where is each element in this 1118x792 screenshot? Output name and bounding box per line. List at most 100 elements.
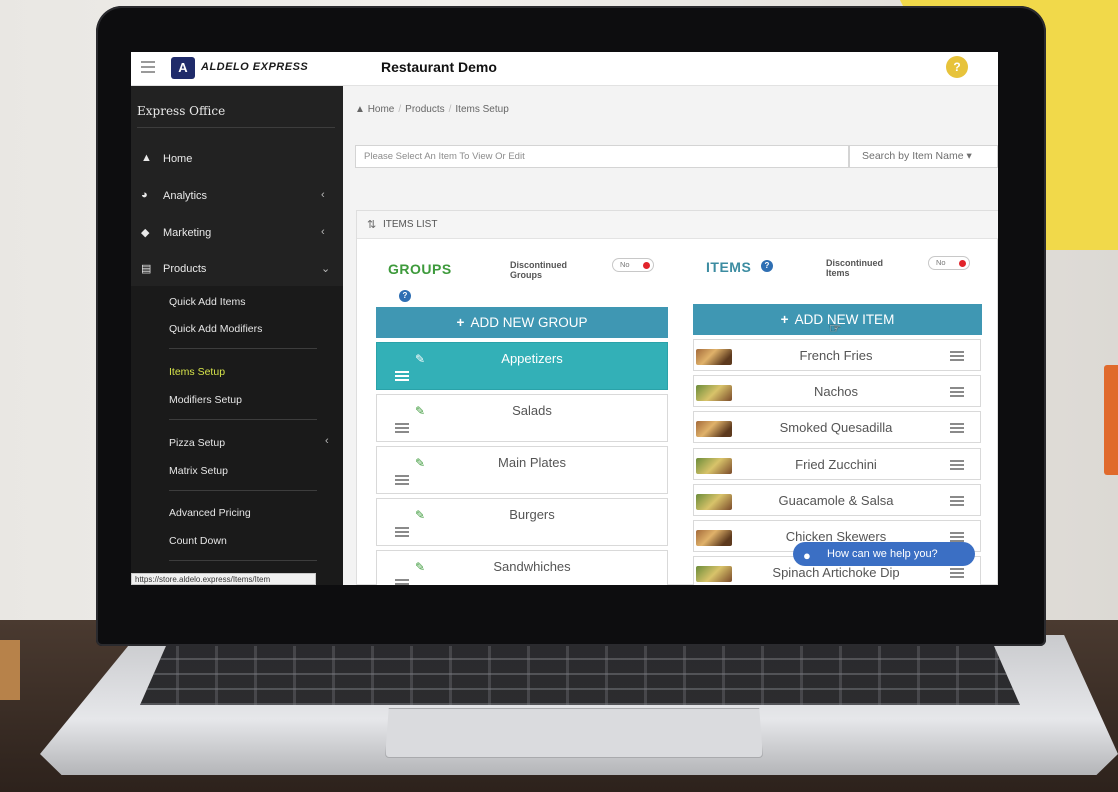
discontinued-items-toggle[interactable]: No [928,256,970,270]
sidebar-item-home[interactable]: ▲ Home [131,144,343,174]
drag-handle-icon[interactable] [950,351,964,361]
item-row-fried-zucchini[interactable]: Fried Zucchini [693,448,981,480]
wooden-object [0,640,20,700]
drag-handle-icon[interactable] [950,423,964,433]
app-title: Restaurant Demo [381,59,497,75]
breadcrumb-items-setup: Items Setup [455,104,509,115]
logo-text: ALDELO EXPRESS [201,61,309,73]
drag-handle-icon[interactable] [950,460,964,470]
caret-down-icon: ▾ [966,150,972,162]
drag-handle-icon[interactable] [395,579,409,585]
chat-help-button[interactable]: ● How can we help you? [793,542,975,566]
hand-cursor-icon: ☞ [829,320,842,336]
pencil-icon[interactable]: ✎ [415,508,425,522]
submenu-quick-add-modifiers[interactable]: Quick Add Modifiers [169,323,262,335]
chevron-left-icon: ‹ [321,189,325,201]
panel-title: ITEMS LIST [383,219,438,230]
panel-header: ⇅ ITEMS LIST [357,211,998,239]
group-name: Main Plates [498,455,566,470]
sidebar-item-products[interactable]: ▤ Products ⌄ [131,254,343,284]
help-icon[interactable]: ? [946,56,968,78]
food-thumbnail [696,494,732,510]
submenu-items-setup[interactable]: Items Setup [169,366,225,378]
submenu-divider [169,490,317,491]
group-name: Appetizers [501,351,563,366]
toggle-dot [959,260,966,267]
submenu-advanced-pricing[interactable]: Advanced Pricing [169,507,251,519]
sort-icon: ⇅ [367,219,377,231]
submenu-count-down[interactable]: Count Down [169,535,227,547]
groups-title: GROUPS [388,261,452,277]
discontinued-groups-toggle[interactable]: No [612,258,654,272]
chevron-left-icon: ‹ [321,226,325,238]
button-label: ADD NEW GROUP [470,315,588,330]
search-mode-dropdown[interactable]: Search by Item Name ▾ [849,145,998,168]
drag-handle-icon[interactable] [950,568,964,578]
items-help-icon[interactable]: ? [761,260,773,272]
toggle-label: No [936,258,946,267]
item-row-guacamole-salsa[interactable]: Guacamole & Salsa [693,484,981,516]
food-thumbnail [696,385,732,401]
submenu-modifiers-setup[interactable]: Modifiers Setup [169,394,242,406]
item-row-french-fries[interactable]: French Fries [693,339,981,371]
food-thumbnail [696,349,732,365]
item-row-nachos[interactable]: Nachos [693,375,981,407]
drag-handle-icon[interactable] [395,475,409,485]
submenu-divider [169,348,317,349]
pencil-icon[interactable]: ✎ [415,352,425,366]
button-label: ADD NEW ITEM [794,312,895,327]
sidebar: Express Office ▲ Home ◕ Analytics ‹ ◆ Ma… [131,86,343,585]
home-icon: ▲ [141,152,152,164]
sidebar-item-label: Marketing [163,227,212,239]
submenu-matrix-setup[interactable]: Matrix Setup [169,465,228,477]
drag-handle-icon[interactable] [395,527,409,537]
breadcrumb: ▲ Home / Products / Items Setup [355,104,509,115]
submenu-pizza-setup[interactable]: Pizza Setup [169,437,225,449]
breadcrumb-products[interactable]: Products [405,104,444,115]
group-card-burgers[interactable]: ✎ Burgers [376,498,668,546]
toggle-dot [643,262,650,269]
item-row-smoked-quesadilla[interactable]: Smoked Quesadilla [693,411,981,443]
group-name: Burgers [509,507,555,522]
drag-handle-icon[interactable] [950,496,964,506]
status-url: https://store.aldelo.express/Items/Item [131,573,316,585]
submenu-divider [169,419,317,420]
pencil-icon[interactable]: ✎ [415,456,425,470]
drag-handle-icon[interactable] [395,423,409,433]
group-card-appetizers[interactable]: ✎ Appetizers [376,342,668,390]
group-card-main-plates[interactable]: ✎ Main Plates [376,446,668,494]
group-name: Sandwhiches [493,559,571,574]
submenu-divider [169,560,317,561]
chevron-left-icon: ‹ [325,435,329,447]
breadcrumb-home[interactable]: Home [368,104,395,115]
item-name: Spinach Artichoke Dip [772,565,900,580]
add-new-group-button[interactable]: + ADD NEW GROUP [376,307,668,338]
chat-label: How can we help you? [827,548,938,560]
submenu-quick-add-items[interactable]: Quick Add Items [169,296,245,308]
search-mode-label: Search by Item Name [862,150,964,162]
sidebar-divider [137,127,335,128]
menu-icon[interactable] [141,61,155,75]
item-select-input[interactable]: Please Select An Item To View Or Edit [355,145,849,168]
keyboard-rows [140,645,1020,705]
food-thumbnail [696,530,732,546]
drag-handle-icon[interactable] [950,532,964,542]
list-icon: ▤ [141,263,152,275]
sidebar-heading: Express Office [137,104,226,118]
tag-icon: ◆ [141,227,150,239]
sidebar-item-label: Home [163,153,193,165]
laptop-trackpad [385,708,763,758]
pencil-icon[interactable]: ✎ [415,404,425,418]
sidebar-item-marketing[interactable]: ◆ Marketing ‹ [131,218,343,248]
pencil-icon[interactable]: ✎ [415,560,425,574]
plus-icon: + [780,312,789,327]
group-card-salads[interactable]: ✎ Salads [376,394,668,442]
sidebar-item-analytics[interactable]: ◕ Analytics ‹ [131,181,343,211]
items-title: ITEMS [706,259,752,275]
toggle-label: No [620,260,630,269]
groups-help-icon[interactable]: ? [399,290,411,302]
food-thumbnail [696,458,732,474]
group-card-sandwhiches[interactable]: ✎ Sandwhiches [376,550,668,585]
drag-handle-icon[interactable] [950,387,964,397]
drag-handle-icon[interactable] [395,371,409,381]
